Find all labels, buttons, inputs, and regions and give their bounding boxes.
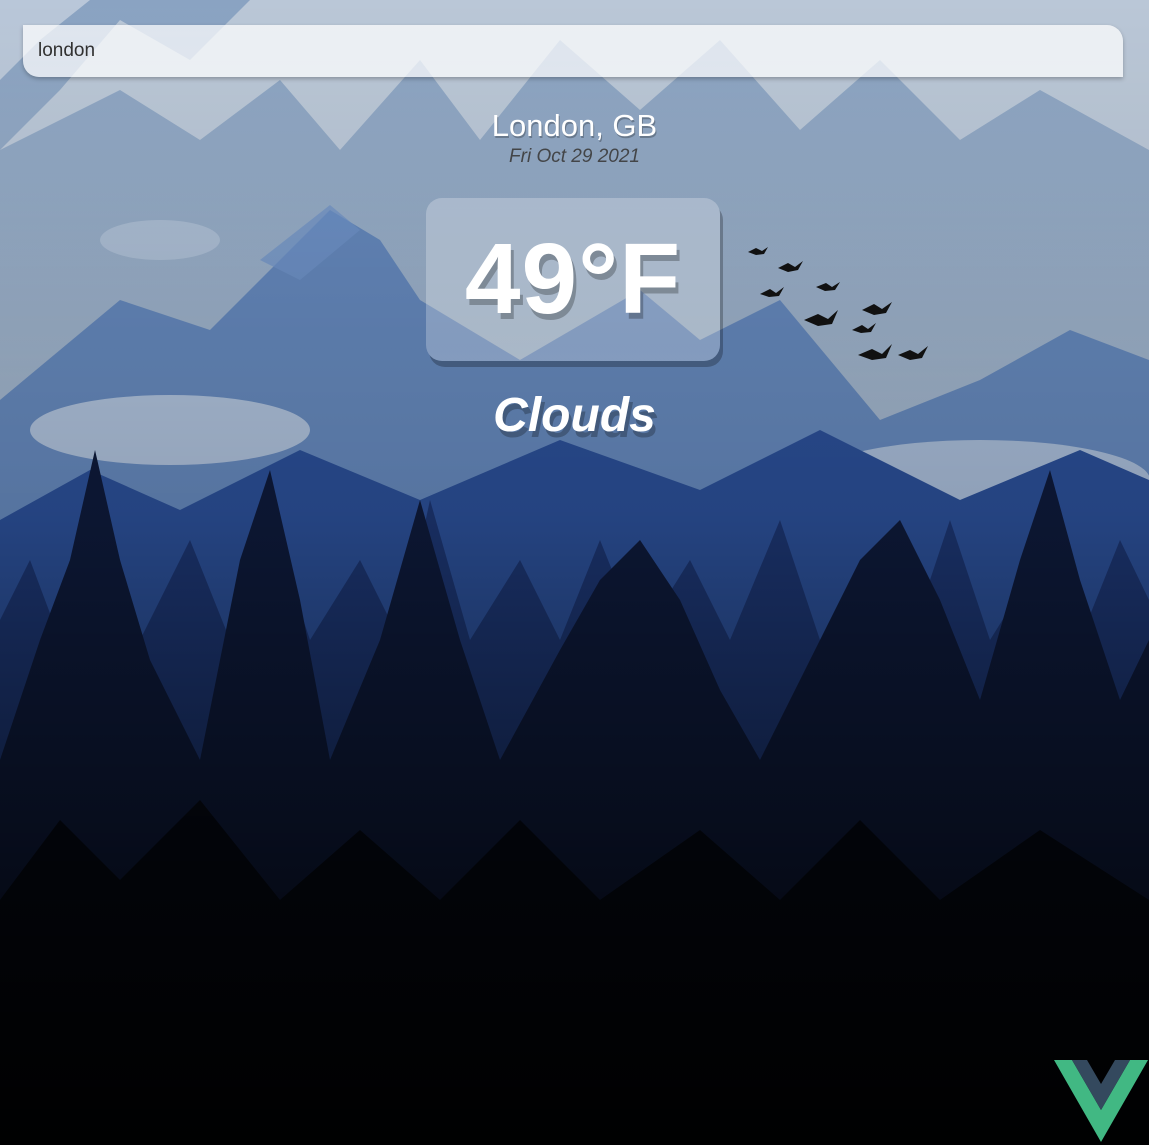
temperature-display: 49°F [426, 198, 720, 361]
search-box [23, 25, 1123, 77]
weather-condition: Clouds [493, 389, 656, 442]
location-box: London, GB Fri Oct 29 2021 [0, 108, 1149, 168]
current-date: Fri Oct 29 2021 [509, 146, 640, 167]
vue-logo-icon [1054, 1060, 1148, 1142]
weather-app: London, GB Fri Oct 29 2021 49°F Clouds [0, 0, 1149, 1145]
location-name: London, GB [491, 108, 658, 143]
search-input[interactable] [23, 25, 1123, 77]
mountain-forest-background [0, 0, 1149, 1145]
